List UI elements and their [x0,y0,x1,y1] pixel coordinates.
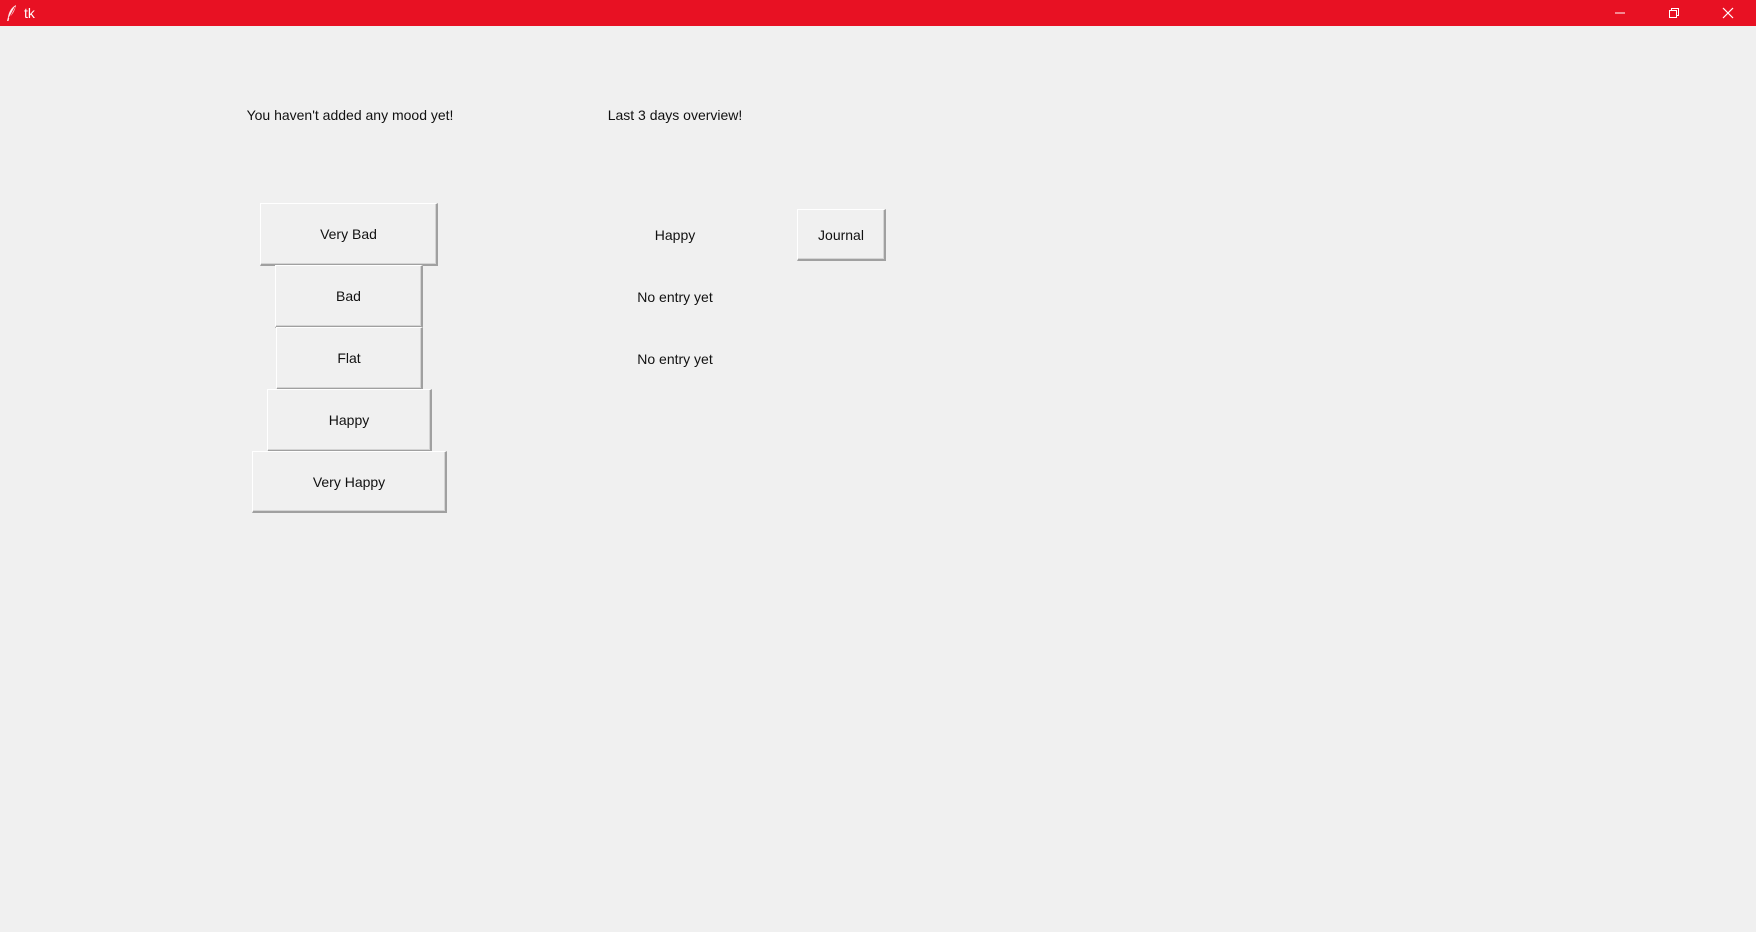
overview-day-3: No entry yet [637,351,713,367]
close-icon [1722,7,1734,19]
overview-title: Last 3 days overview! [607,107,743,123]
bad-button[interactable]: Bad [275,265,423,328]
close-button[interactable] [1701,0,1755,26]
title-bar[interactable]: tk [0,0,1756,26]
maximize-icon [1668,7,1680,19]
overview-day-1: Happy [654,227,696,243]
app-window: tk You haven't added any mood yet! Last … [0,0,1756,932]
feather-icon [6,4,18,22]
very-bad-button[interactable]: Very Bad [260,203,438,266]
window-title: tk [24,5,35,21]
overview-day-2: No entry yet [637,289,713,305]
maximize-button[interactable] [1647,0,1701,26]
happy-button[interactable]: Happy [267,389,432,452]
mood-status-label: You haven't added any mood yet! [246,107,454,123]
flat-button[interactable]: Flat [276,327,423,390]
journal-button[interactable]: Journal [797,209,886,261]
minimize-icon [1614,7,1626,19]
very-happy-button[interactable]: Very Happy [252,451,447,513]
minimize-button[interactable] [1593,0,1647,26]
